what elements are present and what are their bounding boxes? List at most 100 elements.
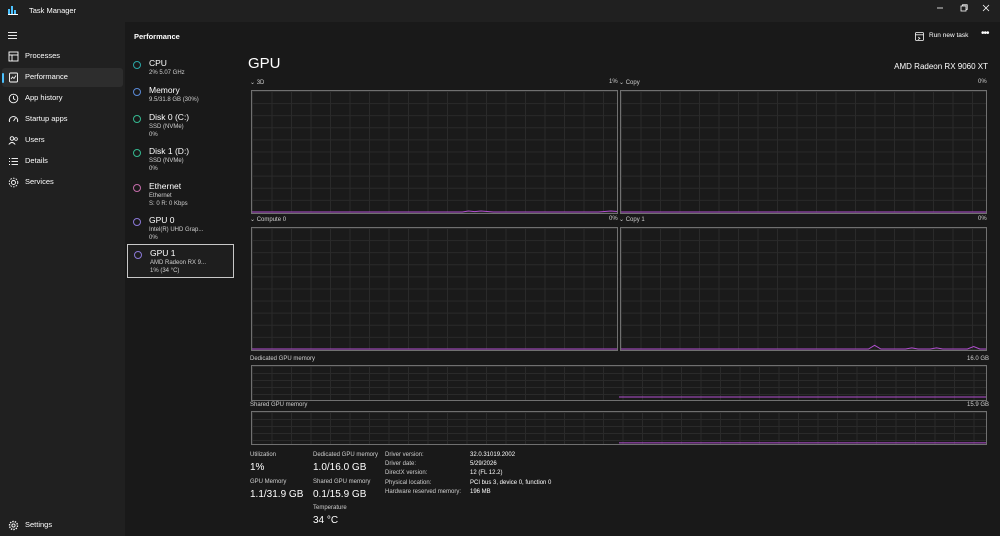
device-detail: SSD (NVMe) xyxy=(149,124,184,130)
graph-copy-1-line xyxy=(621,344,986,350)
device-name: Disk 1 (D:) xyxy=(149,146,190,156)
sidebar-item-processes[interactable]: Processes xyxy=(2,47,123,66)
engine-3d-percent: 1% xyxy=(609,79,618,85)
performance-monitor-icon xyxy=(9,72,18,83)
hardware-reserved-memory-key: Hardware reserved memory: xyxy=(385,489,462,495)
driver-date-value: 5/29/2026 xyxy=(470,461,497,467)
device-detail: SSD (NVMe) xyxy=(149,158,184,164)
device-detail: Intel(R) UHD Grap... xyxy=(149,227,204,233)
device-disk-1[interactable]: Disk 1 (D:) SSD (NVMe) 0% xyxy=(127,143,234,177)
sidebar-item-settings[interactable]: Settings xyxy=(2,516,123,535)
sidebar-nav: Processes Performance App history Startu… xyxy=(0,22,125,536)
hardware-reserved-memory-value: 196 MB xyxy=(470,489,491,495)
device-detail-2: S: 0 R: 0 Kbps xyxy=(149,201,188,207)
users-icon xyxy=(8,136,18,145)
more-options-button[interactable]: ••• xyxy=(981,28,989,39)
close-button[interactable] xyxy=(972,2,1000,18)
memory-status-dot xyxy=(133,88,141,96)
gpu-model-name: AMD Radeon RX 9060 XT xyxy=(894,62,988,71)
history-clock-icon xyxy=(8,93,19,104)
dedicated-memory-max: 16.0 GB xyxy=(967,356,990,362)
task-manager-app-icon xyxy=(8,6,18,15)
graph-shared-memory-plot xyxy=(619,442,986,444)
engine-compute-0-label[interactable]: ⌄ Compute 0 xyxy=(250,216,286,223)
run-new-task-label: Run new task xyxy=(929,32,969,39)
close-icon xyxy=(982,4,990,12)
gpu-memory-value: 1.1/31.9 GB xyxy=(250,489,304,500)
temperature-value: 34 °C xyxy=(313,515,339,526)
device-name: GPU 1 xyxy=(150,248,176,258)
shared-memory-value: 0.1/15.9 GB xyxy=(313,489,367,500)
device-disk-0[interactable]: Disk 0 (C:) SSD (NVMe) 0% xyxy=(127,109,234,143)
dedicated-memory-graph-label: Dedicated GPU memory xyxy=(250,356,316,362)
sidebar-item-label: Startup apps xyxy=(25,114,68,123)
device-detail: 9.5/31.8 GB (30%) xyxy=(149,97,199,103)
device-detail-2: 0% xyxy=(149,132,158,138)
graph-copy xyxy=(620,90,987,214)
driver-version-key: Driver version: xyxy=(385,452,424,458)
sidebar-item-services[interactable]: Services xyxy=(2,173,123,192)
physical-location-value: PCI bus 3, device 0, function 0 xyxy=(470,480,552,486)
main-panel: Performance Run new task ••• CPU 2% 5.07… xyxy=(125,22,1000,536)
graph-3d xyxy=(251,90,618,214)
device-detail: 2% 5.07 GHz xyxy=(149,70,185,76)
disk-0-status-dot xyxy=(133,115,141,123)
ethernet-status-dot xyxy=(133,184,141,192)
engine-3d-label[interactable]: ⌄ 3D xyxy=(250,79,264,86)
sidebar-item-label: Users xyxy=(25,135,45,144)
gpu-title: GPU xyxy=(248,55,281,72)
device-gpu-0[interactable]: GPU 0 Intel(R) UHD Grap... 0% xyxy=(127,212,234,246)
device-detail-2: 1% (34 °C) xyxy=(150,268,180,274)
graph-copy-1-plot xyxy=(621,344,986,350)
device-gpu-1[interactable]: GPU 1 AMD Radeon RX 9... 1% (34 °C) xyxy=(127,244,234,278)
engine-copy-label[interactable]: ⌄ Copy xyxy=(619,79,640,86)
dedicated-memory-value: 1.0/16.0 GB xyxy=(313,462,367,473)
sidebar-item-label: Processes xyxy=(25,51,61,60)
driver-version-value: 32.0.31019.2002 xyxy=(470,452,516,458)
device-name: Disk 0 (C:) xyxy=(149,112,190,122)
device-ethernet[interactable]: Ethernet Ethernet S: 0 R: 0 Kbps xyxy=(127,178,234,212)
shared-memory-label: Shared GPU memory xyxy=(313,479,371,485)
sidebar-item-label: Settings xyxy=(25,520,53,529)
sidebar-item-app-history[interactable]: App history xyxy=(2,89,123,108)
sidebar-item-performance[interactable]: Performance xyxy=(2,68,123,87)
graph-dedicated-memory xyxy=(251,365,987,401)
graph-compute-0-plot xyxy=(252,348,617,350)
dedicated-memory-label: Dedicated GPU memory xyxy=(313,452,379,458)
minimize-icon xyxy=(937,7,943,9)
sidebar-item-details[interactable]: Details xyxy=(2,152,123,171)
services-puzzle-icon xyxy=(8,177,19,188)
directx-version-key: DirectX version: xyxy=(385,470,428,476)
gpu-1-status-dot xyxy=(134,251,142,259)
sidebar-item-users[interactable]: Users xyxy=(2,131,123,150)
engine-copy-1-percent: 0% xyxy=(978,216,987,222)
gpu-memory-label: GPU Memory xyxy=(250,479,287,485)
utilization-label: Utilization xyxy=(250,452,277,458)
directx-version-value: 12 (FL 12.2) xyxy=(470,470,503,476)
engine-compute-0-percent: 0% xyxy=(609,216,618,222)
device-name: GPU 0 xyxy=(149,215,175,225)
graph-3d-line xyxy=(252,210,617,213)
graph-dedicated-memory-plot xyxy=(619,396,986,398)
engine-copy-1-label[interactable]: ⌄ Copy 1 xyxy=(619,216,645,223)
run-task-icon xyxy=(915,32,924,41)
graph-copy-1 xyxy=(620,227,987,351)
device-detail-2: 0% xyxy=(149,166,158,172)
sidebar-item-label: App history xyxy=(25,93,63,102)
hamburger-menu-icon[interactable] xyxy=(8,31,17,40)
sidebar-item-label: Services xyxy=(25,177,54,186)
page-title: Performance xyxy=(134,32,180,41)
gear-icon xyxy=(8,520,19,531)
disk-1-status-dot xyxy=(133,149,141,157)
graph-3d-plot xyxy=(252,210,617,213)
device-detail: Ethernet xyxy=(149,193,172,199)
window-title: Task Manager xyxy=(29,6,77,15)
shared-memory-graph-label: Shared GPU memory xyxy=(250,402,308,408)
shared-memory-max: 15.9 GB xyxy=(967,402,990,408)
restore-icon xyxy=(960,4,968,12)
graph-shared-memory xyxy=(251,411,987,445)
engine-copy-percent: 0% xyxy=(978,79,987,85)
device-detail: AMD Radeon RX 9... xyxy=(150,260,207,266)
sidebar-item-startup-apps[interactable]: Startup apps xyxy=(2,110,123,129)
device-name: Ethernet xyxy=(149,181,182,191)
